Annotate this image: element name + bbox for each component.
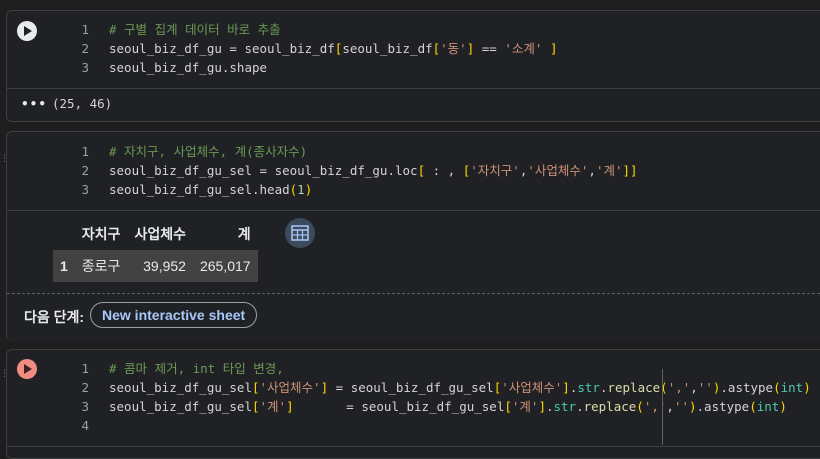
ruler-line xyxy=(662,369,663,445)
table-header-row: 자치구 사업체수 계 xyxy=(53,218,258,250)
code-line: 1 # 콤마 제거, int 타입 변경, xyxy=(81,361,284,376)
table-cell: 종로구 xyxy=(74,250,128,282)
code-line: 1 # 구별 집계 데이터 바로 추출 xyxy=(81,22,281,37)
code-line: 1 # 자치구, 사업체수, 계(종사자수) xyxy=(81,144,308,159)
play-icon[interactable] xyxy=(17,21,37,41)
table-cell: 265,017 xyxy=(192,250,258,282)
table-header xyxy=(53,218,75,250)
run-error-icon[interactable] xyxy=(17,359,37,379)
new-interactive-sheet-button[interactable]: New interactive sheet xyxy=(90,302,258,328)
code-editor[interactable]: 1 # 구별 집계 데이터 바로 추출 2 seoul_biz_df_gu = se… xyxy=(67,20,557,77)
code-editor[interactable]: 1 # 자치구, 사업체수, 계(종사자수) 2 seoul_biz_df_gu_s… xyxy=(67,142,638,199)
table-header: 자치구 xyxy=(81,226,121,242)
output-text: (25, 46) xyxy=(52,96,113,111)
ellipsis-icon[interactable]: ••• xyxy=(21,97,47,111)
output-separator xyxy=(7,210,820,211)
table-row: 1 종로구 39,952 265,017 xyxy=(53,250,258,282)
code-editor[interactable]: 1 # 콤마 제거, int 타입 변경, 2 seoul_biz_df_gu_se… xyxy=(67,359,811,435)
code-line: 3 seoul_biz_df_gu_sel['계'] = seoul_biz_df… xyxy=(81,399,787,414)
code-line: 4 xyxy=(81,418,89,433)
gutter-marker: ⋮ xyxy=(0,154,9,164)
code-line: 2 seoul_biz_df_gu_sel['사업체수'] = seoul_biz… xyxy=(81,380,811,395)
table-header: 사업체수 xyxy=(134,226,186,242)
table-header: 계 xyxy=(237,226,251,242)
output-separator xyxy=(7,446,820,447)
dataframe-table: 자치구 사업체수 계 1 종로구 39,952 265,017 xyxy=(53,218,258,282)
row-index: 1 xyxy=(53,250,75,282)
code-line: 2 seoul_biz_df_gu_sel = seoul_biz_df_gu.l… xyxy=(81,163,638,178)
next-steps-label: 다음 단계: xyxy=(24,309,85,325)
code-line: 3 seoul_biz_df_gu_sel.head(1) xyxy=(81,182,313,197)
gutter-marker: ⋮ xyxy=(0,369,9,379)
table-cell: 39,952 xyxy=(127,250,193,282)
divider xyxy=(7,293,820,294)
table-icon[interactable] xyxy=(285,218,315,248)
code-line: 2 seoul_biz_df_gu = seoul_biz_df[seoul_bi… xyxy=(81,41,558,56)
code-line: 3 seoul_biz_df_gu.shape xyxy=(81,60,268,75)
output-separator xyxy=(7,88,820,89)
code-cell-3[interactable]: 1 # 콤마 제거, int 타입 변경, 2 seoul_biz_df_gu_se… xyxy=(6,349,820,459)
code-cell-2[interactable]: 1 # 자치구, 사업체수, 계(종사자수) 2 seoul_biz_df_gu_s… xyxy=(6,131,820,341)
code-cell-1[interactable]: 1 # 구별 집계 데이터 바로 추출 2 seoul_biz_df_gu = se… xyxy=(6,10,820,122)
